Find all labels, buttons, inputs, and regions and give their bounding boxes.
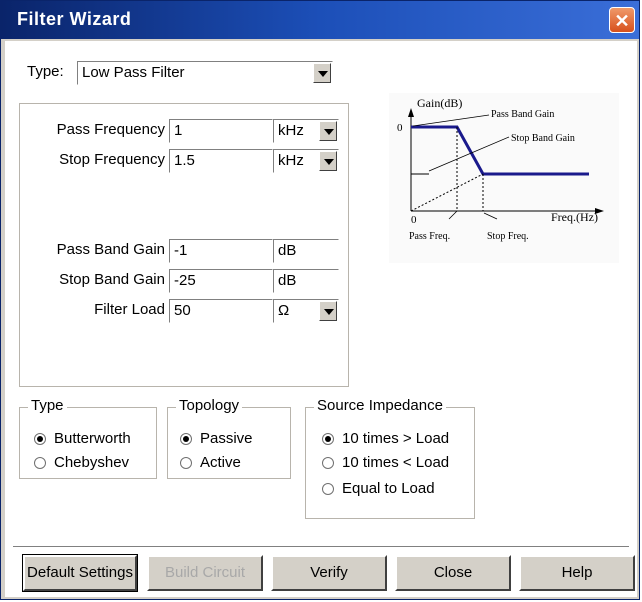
dialog-client-area: Type: Low Pass Filter Pass Frequency 1 k… [5, 41, 637, 597]
help-button[interactable]: Help [519, 555, 635, 591]
stop-band-gain-input[interactable]: -25 [169, 269, 273, 293]
radio-unselected-icon [322, 483, 334, 496]
chevron-down-icon[interactable] [313, 63, 331, 83]
topology-group-title: Topology [176, 397, 243, 414]
pass-band-gain-input[interactable]: -1 [169, 239, 273, 263]
filter-type-select[interactable]: Low Pass Filter [77, 61, 333, 85]
close-icon[interactable]: ✕ [609, 7, 635, 33]
stop-frequency-unit: kHz [278, 152, 304, 169]
radio-equal-to-load[interactable]: Equal to Load [322, 480, 435, 497]
filter-load-unit: Ω [278, 302, 290, 319]
radio-butterworth-label: Butterworth [54, 430, 131, 447]
button-bar-divider [13, 546, 629, 547]
radio-butterworth[interactable]: Butterworth [34, 430, 131, 447]
radio-active-label: Active [200, 454, 241, 471]
pass-frequency-label: Pass Frequency [56, 121, 165, 138]
filter-response-diagram: Gain(dB) 0 0 Pass Band Gain Stop Band Ga… [389, 93, 619, 263]
source-impedance-group-title: Source Impedance [314, 397, 446, 414]
stop-freq-caption: Stop Freq. [487, 231, 529, 242]
filter-load-unit-select[interactable]: Ω [273, 299, 339, 323]
filter-load-input[interactable]: 50 [169, 299, 273, 323]
topology-group: Topology Passive Active [167, 397, 291, 479]
build-circuit-button[interactable]: Build Circuit [147, 555, 263, 591]
radio-active[interactable]: Active [180, 454, 241, 471]
radio-unselected-icon [34, 457, 46, 470]
stop-frequency-input[interactable]: 1.5 [169, 149, 273, 173]
pass-band-gain-unit: dB [273, 239, 339, 263]
radio-selected-icon [34, 433, 46, 446]
pass-frequency-input[interactable]: 1 [169, 119, 273, 143]
radio-ten-times-less-label: 10 times < Load [342, 454, 450, 471]
radio-chebyshev[interactable]: Chebyshev [34, 454, 129, 471]
radio-passive-label: Passive [200, 430, 253, 447]
pass-freq-caption: Pass Freq. [409, 231, 450, 242]
pass-frequency-unit-select[interactable]: kHz [273, 119, 339, 143]
title-bar[interactable]: Filter Wizard ✕ [1, 1, 639, 39]
radio-ten-times-greater-label: 10 times > Load [342, 430, 450, 447]
type-group-title: Type [28, 397, 67, 414]
stop-frequency-unit-select[interactable]: kHz [273, 149, 339, 173]
radio-selected-icon [180, 433, 192, 446]
radio-passive[interactable]: Passive [180, 430, 253, 447]
source-impedance-group: Source Impedance 10 times > Load 10 time… [305, 397, 475, 519]
filter-type-value: Low Pass Filter [82, 64, 185, 81]
radio-equal-to-load-label: Equal to Load [342, 480, 435, 497]
chevron-down-icon[interactable] [319, 151, 337, 171]
freq-zero-label: 0 [411, 214, 417, 226]
filter-wizard-window: Filter Wizard ✕ Type: Low Pass Filter Pa… [0, 0, 640, 600]
stop-band-gain-label: Stop Band Gain [59, 271, 165, 288]
pass-frequency-unit: kHz [278, 122, 304, 139]
chevron-down-icon[interactable] [319, 301, 337, 321]
filter-load-label: Filter Load [94, 301, 165, 318]
radio-chebyshev-label: Chebyshev [54, 454, 130, 471]
stop-band-gain-caption: Stop Band Gain [511, 133, 575, 144]
radio-ten-times-less[interactable]: 10 times < Load [322, 454, 449, 471]
radio-selected-icon [322, 433, 334, 446]
pass-band-gain-caption: Pass Band Gain [491, 109, 554, 120]
gain-axis-label: Gain(dB) [417, 96, 462, 110]
stop-frequency-label: Stop Frequency [59, 151, 165, 168]
freq-axis-label: Freq.(Hz) [551, 210, 598, 224]
gain-zero-label: 0 [397, 122, 403, 134]
stop-band-gain-unit: dB [273, 269, 339, 293]
verify-button[interactable]: Verify [271, 555, 387, 591]
radio-unselected-icon [180, 457, 192, 470]
type-group: Type Butterworth Chebyshev [19, 397, 157, 479]
default-settings-button[interactable]: Default Settings [22, 554, 138, 592]
chevron-down-icon[interactable] [319, 121, 337, 141]
close-button[interactable]: Close [395, 555, 511, 591]
radio-ten-times-greater[interactable]: 10 times > Load [322, 430, 449, 447]
pass-band-gain-label: Pass Band Gain [56, 241, 165, 258]
window-title: Filter Wizard [17, 9, 132, 29]
type-label: Type: [27, 63, 64, 80]
radio-unselected-icon [322, 457, 334, 470]
